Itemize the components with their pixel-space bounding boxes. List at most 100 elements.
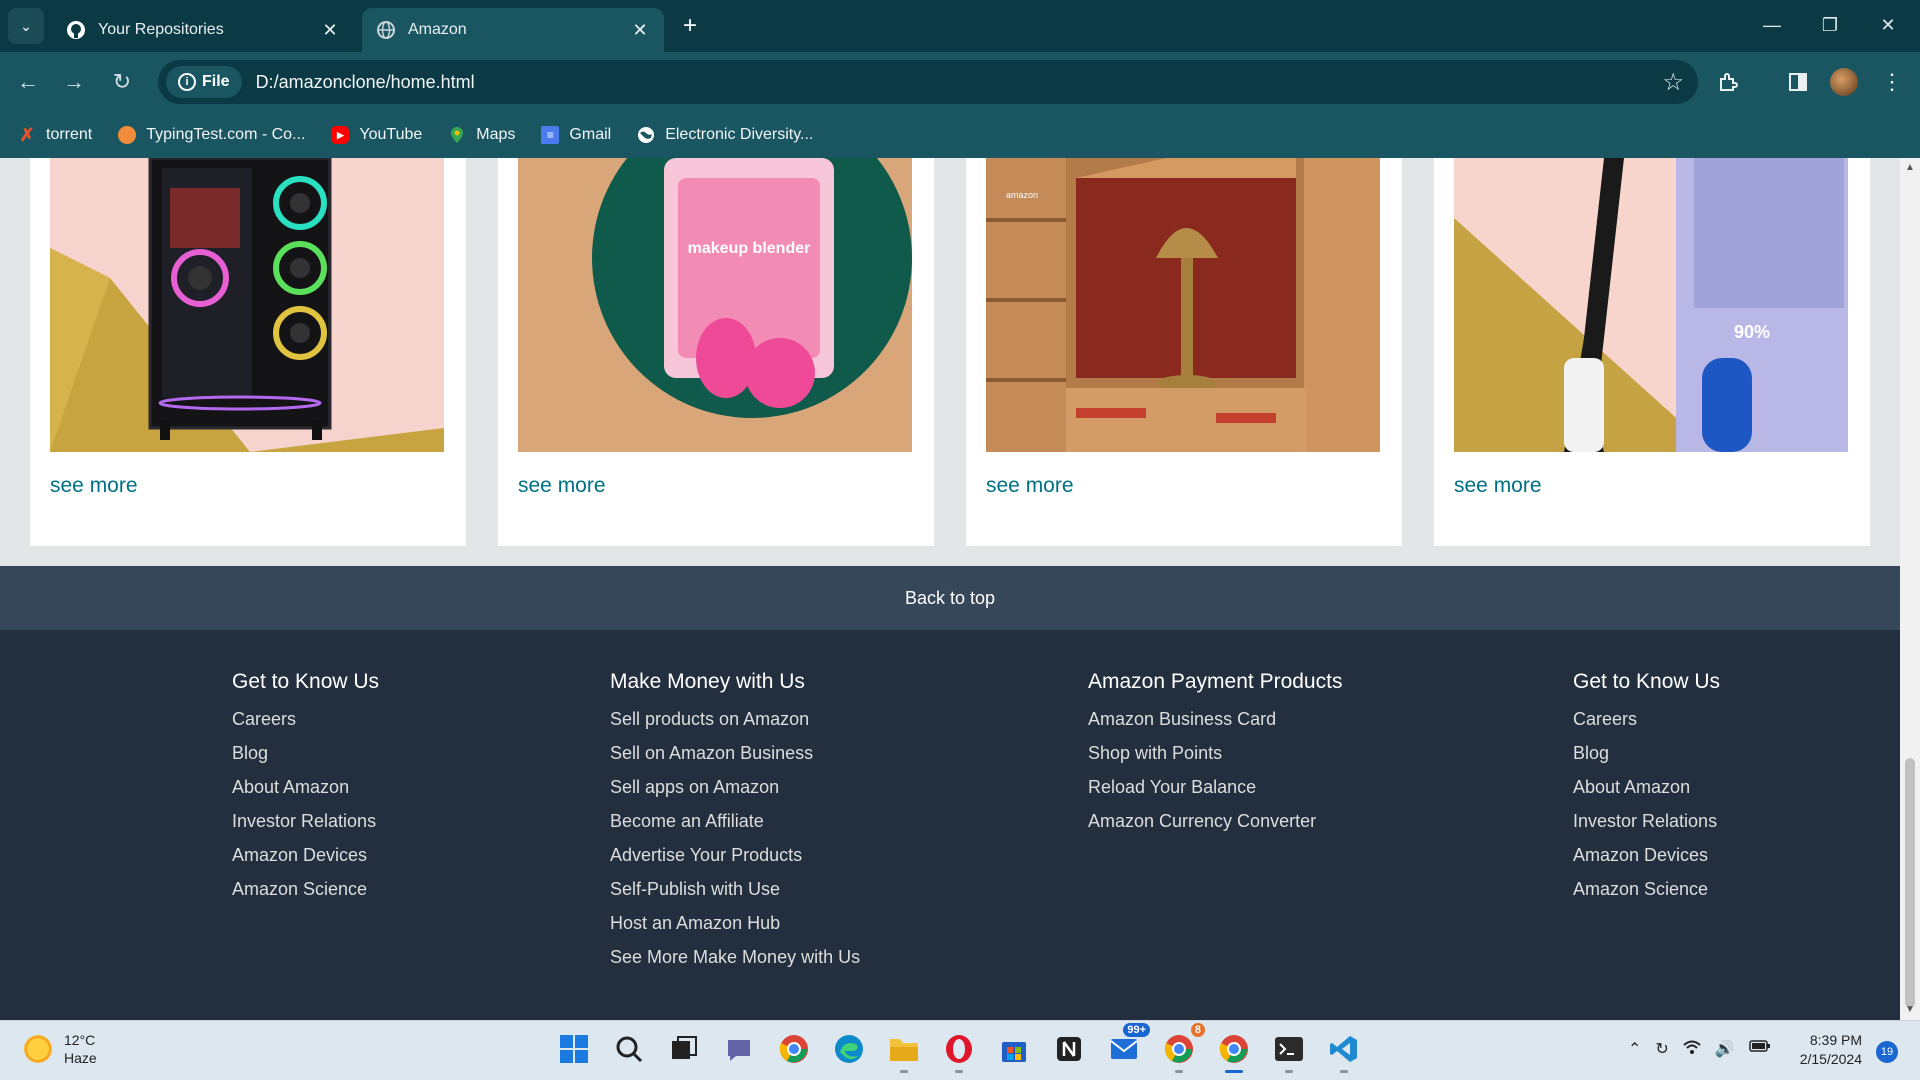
footer-link[interactable]: Amazon Science [232,878,379,912]
see-more-link[interactable]: see more [1454,474,1542,498]
menu-kebab-icon[interactable]: ⋮ [1876,66,1908,98]
new-tab-button[interactable]: + [676,12,704,40]
footer-link[interactable]: Host an Amazon Hub [610,912,860,946]
bookmark-label: TypingTest.com - Co... [146,126,306,143]
scrollbar-thumb[interactable] [1905,758,1915,1008]
edge-icon[interactable] [831,1031,867,1067]
footer-link[interactable]: Self-Publish with Use [610,878,860,912]
clock[interactable]: 8:39 PM 2/15/2024 [1792,1031,1862,1069]
volume-icon[interactable]: 🔊 [1715,1039,1735,1060]
bookmark-maps[interactable]: Maps [448,126,515,144]
footer-link[interactable]: Shop with Points [1088,742,1342,776]
bookmark-gmail[interactable]: ≡ Gmail [541,126,611,144]
footer-link[interactable]: Amazon Devices [232,844,379,878]
amazon-boxes-lamp-image[interactable]: amazon [986,158,1380,452]
sync-icon[interactable]: ↻ [1655,1039,1668,1060]
footer-link[interactable]: Investor Relations [1573,810,1720,844]
vertical-scrollbar[interactable]: ▲ ▼ [1900,158,1920,1020]
scroll-up-icon[interactable]: ▲ [1904,162,1916,173]
bookmark-electronic-diversity[interactable]: Electronic Diversity... [637,126,813,144]
close-tab-icon[interactable]: ✕ [320,20,340,41]
teams-chat-icon[interactable] [721,1031,757,1067]
chrome-active-icon[interactable] [1216,1031,1252,1073]
notion-icon[interactable] [1051,1031,1087,1067]
restore-icon[interactable]: ❐ [1810,10,1850,40]
footer-link[interactable]: Amazon Science [1573,878,1720,912]
forward-icon[interactable]: → [58,66,90,98]
bookmark-typingtest[interactable]: TypingTest.com - Co... [118,126,305,144]
footer-link[interactable]: About Amazon [232,776,379,810]
gaming-pc-image[interactable] [50,158,444,452]
see-more-link[interactable]: see more [50,474,138,498]
footer-link[interactable]: Become an Affiliate [610,810,860,844]
footer-link[interactable]: Reload Your Balance [1088,776,1342,810]
footer-link[interactable]: Investor Relations [232,810,379,844]
footer-link[interactable]: Blog [1573,742,1720,776]
active-indicator [1225,1070,1243,1073]
footer-link[interactable]: Amazon Business Card [1088,708,1342,742]
makeup-blender-image[interactable]: makeup blender [518,158,912,452]
tab-title: Your Repositories [98,21,224,38]
bookmark-star-icon[interactable]: ☆ [1662,68,1684,97]
product-card: 90% see more [1434,158,1870,546]
footer-link[interactable]: Careers [1573,708,1720,742]
chevron-up-icon[interactable]: ⌃ [1628,1039,1641,1060]
product-card: see more [30,158,466,546]
start-windows-icon[interactable] [556,1031,592,1067]
toothbrush-image[interactable]: 90% [1454,158,1848,452]
reload-icon[interactable]: ↻ [106,66,138,98]
mail-badge: 99+ [1123,1023,1150,1037]
bookmark-youtube[interactable]: ▶ YouTube [331,126,422,144]
see-more-link[interactable]: see more [518,474,606,498]
footer-link[interactable]: Blog [232,742,379,776]
scroll-down-icon[interactable]: ▼ [1904,1004,1916,1015]
site-info-button[interactable]: i File [166,66,242,98]
bookmark-torrent[interactable]: ✗ torrent [18,124,93,145]
back-icon[interactable]: ← [12,66,44,98]
opera-icon[interactable] [941,1031,977,1073]
weather-widget[interactable]: 12°C Haze [24,1031,97,1067]
x-icon: ✗ [19,124,35,145]
microsoft-store-icon[interactable] [996,1031,1032,1067]
footer-link[interactable]: Sell products on Amazon [610,708,860,742]
footer-link[interactable]: Sell on Amazon Business [610,742,860,776]
chrome-badge: 8 [1190,1023,1205,1037]
footer-link[interactable]: Sell apps on Amazon [610,776,860,810]
footer-link[interactable]: Amazon Devices [1573,844,1720,878]
close-tab-icon[interactable]: ✕ [630,20,650,41]
tab-your-repositories[interactable]: Your Repositories ✕ [52,8,354,52]
profile-avatar[interactable] [1830,68,1858,96]
mail-icon[interactable]: 99+ [1106,1023,1150,1067]
chrome-icon[interactable] [776,1031,812,1067]
notification-count-badge[interactable]: 19 [1876,1041,1898,1063]
wifi-icon[interactable] [1683,1039,1701,1060]
footer-link[interactable]: Advertise Your Products [610,844,860,878]
tab-amazon[interactable]: Amazon ✕ [362,8,664,52]
clock-date: 2/15/2024 [1799,1051,1862,1067]
side-panel-icon[interactable] [1782,66,1814,98]
footer-link[interactable]: Amazon Currency Converter [1088,810,1342,844]
youtube-icon: ▶ [331,126,350,144]
minimize-icon[interactable]: — [1752,10,1792,40]
tab-search-button[interactable]: ⌄ [8,8,44,44]
search-icon[interactable] [611,1031,647,1067]
extensions-icon[interactable] [1712,66,1744,98]
footer-column-title: Amazon Payment Products [1088,670,1343,693]
footer-link[interactable]: About Amazon [1573,776,1720,810]
back-to-top-button[interactable]: Back to top [0,566,1900,630]
see-more-link[interactable]: see more [986,474,1074,498]
screen: ⌄ Your Repositories ✕ Amazon ✕ + — ❐ ✕ ←… [0,0,1920,1080]
footer-link[interactable]: Careers [232,708,379,742]
footer-link[interactable]: See More Make Money with Us [610,946,860,980]
chrome-profile-icon[interactable]: 8 [1161,1023,1205,1073]
product-card: amazon see more [966,158,1402,546]
terminal-icon[interactable] [1271,1031,1307,1073]
running-indicator [1175,1070,1183,1073]
vscode-icon[interactable] [1326,1031,1362,1073]
task-view-icon[interactable] [666,1031,702,1067]
battery-icon[interactable] [1748,1039,1771,1060]
bookmark-label: torrent [46,126,93,143]
address-bar[interactable]: i File D:/amazonclone/home.html ☆ [158,60,1698,104]
file-explorer-icon[interactable] [886,1031,922,1073]
close-window-icon[interactable]: ✕ [1868,10,1908,40]
